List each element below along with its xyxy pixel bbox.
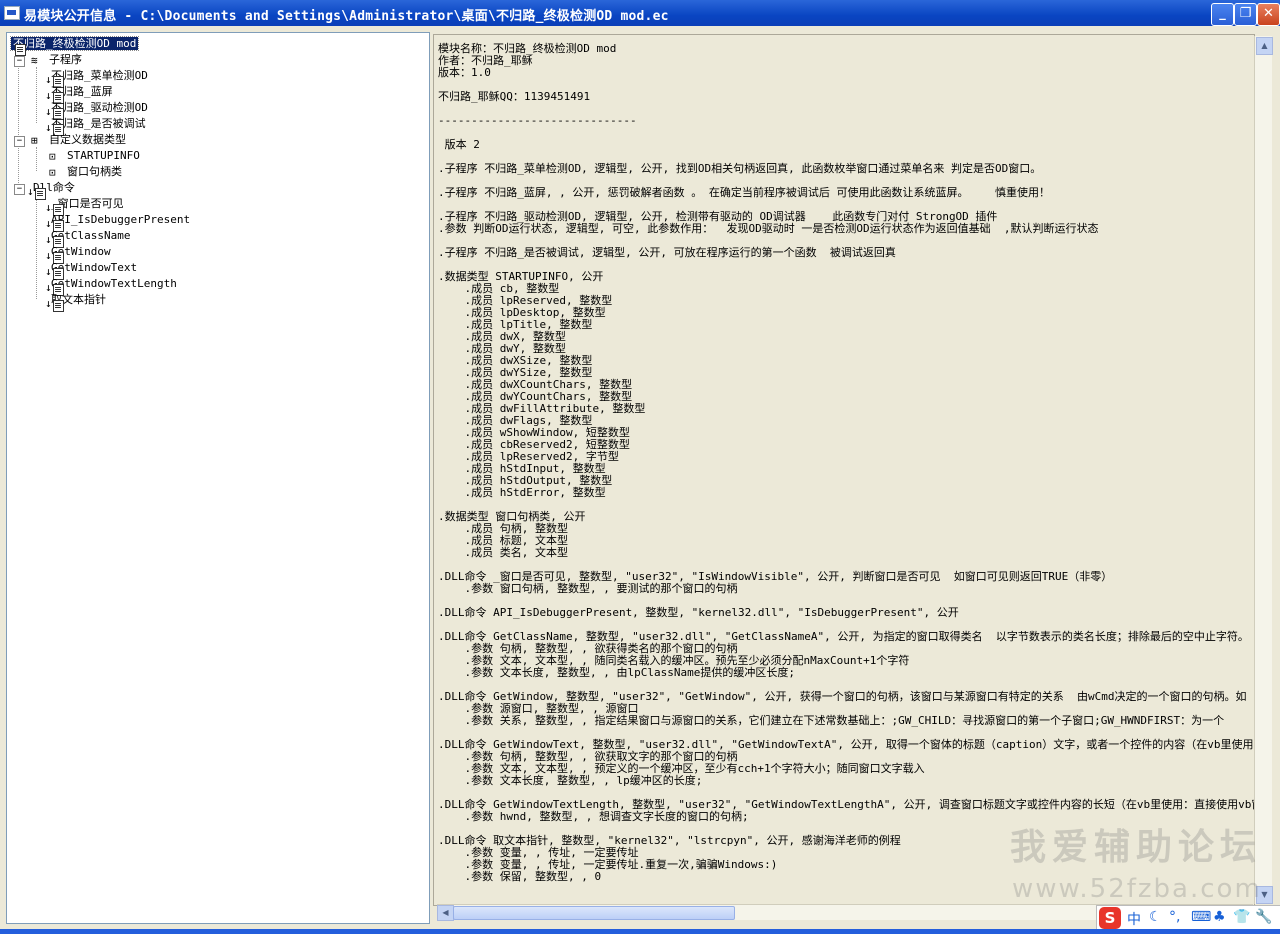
ime-toolbar[interactable]: S 中 ☾ °, ⌨ ♣ 👕 🔧: [1096, 905, 1280, 931]
ime-mode-icon[interactable]: 中: [1127, 909, 1141, 929]
tree-item[interactable]: 不归路_蓝屏: [45, 84, 115, 104]
collapse-toggle[interactable]: −: [14, 56, 25, 67]
scroll-up-icon[interactable]: ▲: [1256, 37, 1273, 55]
sogou-logo-icon[interactable]: S: [1099, 907, 1121, 929]
title-bar: 易模块公开信息 - C:\Documents and Settings\Admi…: [0, 0, 1280, 26]
tree-item[interactable]: 取文本指针: [45, 292, 108, 312]
tree-item-label: GetWindowTextLength: [51, 277, 177, 290]
struct-icon: ⊡: [49, 150, 56, 163]
module-icon: [15, 44, 26, 56]
tree-line: [18, 51, 19, 189]
tree-item-label: 不归路_菜单检测OD: [51, 69, 148, 82]
tree-item[interactable]: API_IsDebuggerPresent: [45, 212, 192, 232]
tree-root[interactable]: 不归路_终极检测OD mod: [9, 36, 140, 56]
scroll-thumb[interactable]: [453, 906, 735, 920]
module-tree[interactable]: 不归路_终极检测OD mod − ≋子程序 不归路_菜单检测OD 不归路_蓝屏 …: [6, 32, 430, 924]
window-title: 易模块公开信息 - C:\Documents and Settings\Admi…: [24, 9, 669, 24]
tree-line: [36, 67, 37, 123]
punctuation-icon[interactable]: °,: [1169, 909, 1180, 925]
tree-item-label: 窗口句柄类: [67, 165, 122, 178]
collapse-toggle[interactable]: −: [14, 136, 25, 147]
shirt-icon[interactable]: 👕: [1233, 909, 1250, 925]
tree-item[interactable]: GetWindow: [45, 244, 113, 264]
tree-item-label: API_IsDebuggerPresent: [51, 213, 191, 226]
restore-icon: ❐: [1239, 6, 1252, 21]
vertical-scrollbar[interactable]: ▲ ▼: [1254, 36, 1273, 904]
module-info-text: 模块名称：不归路_终极检测OD mod 作者：不归路_耶稣 版本：1.0 不归路…: [438, 42, 1255, 883]
tree-group-label: 自定义数据类型: [49, 133, 126, 146]
datatype-icon: ⊞: [31, 134, 38, 147]
tree-line: [36, 147, 37, 171]
collapse-toggle[interactable]: −: [14, 184, 25, 195]
app-icon: [4, 6, 20, 20]
struct-icon: ⊡: [49, 166, 56, 179]
taskbar: [0, 929, 1280, 934]
info-text-area[interactable]: 模块名称：不归路_终极检测OD mod 作者：不归路_耶稣 版本：1.0 不归路…: [433, 34, 1255, 906]
tree-item[interactable]: 不归路_驱动检测OD: [45, 100, 150, 120]
close-button[interactable]: ✕: [1257, 3, 1280, 26]
minimize-button[interactable]: _: [1211, 3, 1234, 26]
tree-item[interactable]: ⊡ 窗口句柄类: [49, 164, 124, 180]
keyboard-icon[interactable]: ⌨: [1191, 909, 1211, 925]
tree-item-label: 不归路_驱动检测OD: [51, 101, 148, 114]
tree-item[interactable]: 不归路_菜单检测OD: [45, 68, 150, 88]
tree-item[interactable]: 不归路_是否被调试: [45, 116, 148, 136]
watermark-text: 我爱辅助论坛: [1010, 827, 1263, 868]
layers-icon: ≋: [31, 54, 38, 67]
maximize-button[interactable]: ❐: [1234, 3, 1257, 26]
wrench-icon[interactable]: 🔧: [1255, 909, 1272, 925]
scroll-left-icon[interactable]: ◀: [437, 905, 454, 921]
tree-item[interactable]: GetWindowTextLength: [45, 276, 179, 296]
skin-icon[interactable]: ♣: [1213, 909, 1226, 925]
tree-item-label: STARTUPINFO: [67, 149, 140, 162]
tree-group-dll[interactable]: Dll命令: [27, 180, 77, 200]
minimize-icon: _: [1219, 6, 1226, 21]
tree-item[interactable]: GetWindowText: [45, 260, 139, 280]
tree-root-label: 不归路_终极检测OD mod: [9, 36, 140, 51]
tree-group-subroutines[interactable]: ≋ 子程序: [31, 52, 84, 68]
tree-item[interactable]: _窗口是否可见: [45, 196, 126, 216]
dll-icon: [27, 186, 46, 200]
tree-item[interactable]: GetClassName: [45, 228, 132, 248]
moon-icon[interactable]: ☾: [1149, 909, 1162, 925]
close-icon: ✕: [1263, 6, 1274, 21]
tree-group-datatypes[interactable]: ⊞ 自定义数据类型: [31, 132, 128, 148]
watermark-url: www.52fzba.com: [1012, 874, 1262, 904]
tree-line: [36, 195, 37, 299]
tree-group-label: 子程序: [49, 53, 82, 66]
tree-item[interactable]: ⊡ STARTUPINFO: [49, 148, 142, 164]
dll-icon: [45, 298, 64, 312]
